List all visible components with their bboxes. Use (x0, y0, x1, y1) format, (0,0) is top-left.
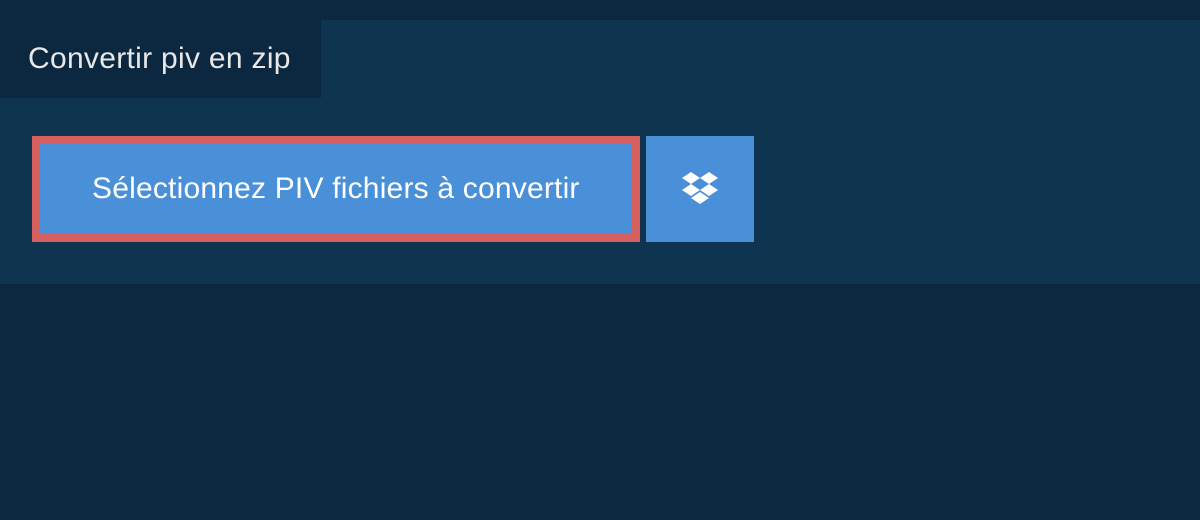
select-files-button[interactable]: Sélectionnez PIV fichiers à convertir (32, 136, 640, 242)
button-row: Sélectionnez PIV fichiers à convertir (32, 136, 1168, 242)
dropbox-icon (680, 169, 720, 209)
tab-row: Convertir piv en zip (0, 20, 1200, 98)
select-files-label: Sélectionnez PIV fichiers à convertir (92, 172, 580, 206)
dropbox-button[interactable] (646, 136, 754, 242)
button-area: Sélectionnez PIV fichiers à convertir (0, 98, 1200, 284)
converter-panel: Convertir piv en zip Sélectionnez PIV fi… (0, 20, 1200, 284)
tab-convert-piv-zip[interactable]: Convertir piv en zip (0, 20, 321, 98)
tab-label: Convertir piv en zip (28, 42, 291, 75)
